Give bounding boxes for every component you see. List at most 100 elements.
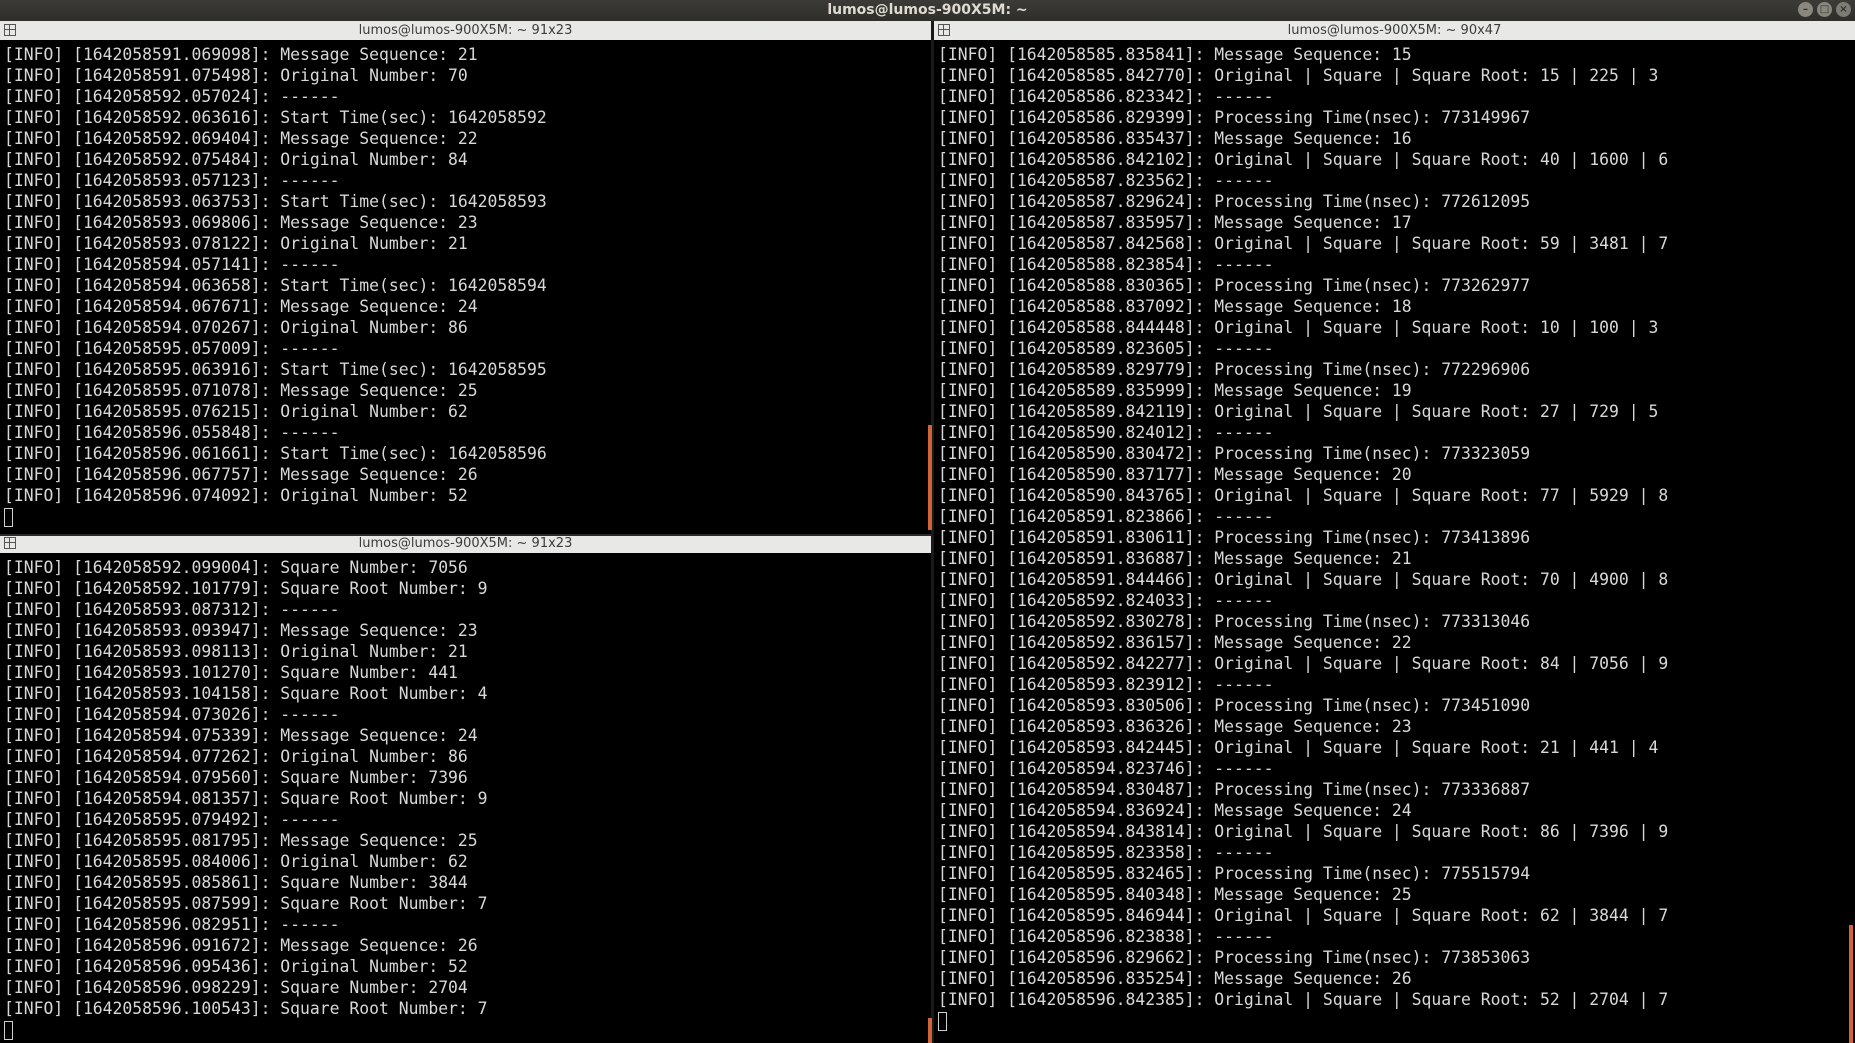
- terminal-line: [INFO] [1642058595.085861]: Square Numbe…: [4, 873, 468, 892]
- prompt-line[interactable]: [4, 1019, 931, 1040]
- terminal-line: [INFO] [1642058596.082951]: ------: [4, 915, 340, 934]
- terminal-pane-right[interactable]: lumos@lumos-900X5M: ~ 90x47 [INFO] [1642…: [934, 21, 1855, 1043]
- terminal-line: [INFO] [1642058592.101779]: Square Root …: [4, 579, 488, 598]
- window-title: lumos@lumos-900X5M: ~: [827, 2, 1028, 18]
- terminal-line: [INFO] [1642058596.091672]: Message Sequ…: [4, 936, 478, 955]
- terminal-line: [INFO] [1642058594.063658]: Start Time(s…: [4, 276, 547, 295]
- terminal-line: [INFO] [1642058595.846944]: Original | S…: [938, 906, 1669, 925]
- prompt-line[interactable]: [4, 506, 931, 527]
- terminal-line: [INFO] [1642058588.830365]: Processing T…: [938, 276, 1531, 295]
- pane-title-bar: lumos@lumos-900X5M: ~ 91x23: [0, 534, 931, 553]
- terminal-line: [INFO] [1642058596.823838]: ------: [938, 927, 1274, 946]
- terminal-line: [INFO] [1642058590.837177]: Message Sequ…: [938, 465, 1412, 484]
- terminal-line: [INFO] [1642058596.098229]: Square Numbe…: [4, 978, 468, 997]
- terminal-output[interactable]: [INFO] [1642058585.835841]: Message Sequ…: [934, 40, 1855, 1031]
- terminal-line: [INFO] [1642058585.835841]: Message Sequ…: [938, 45, 1412, 64]
- pane-divider-horizontal[interactable]: [0, 534, 931, 536]
- terminal-line: [INFO] [1642058589.829779]: Processing T…: [938, 360, 1531, 379]
- terminal-line: [INFO] [1642058596.100543]: Square Root …: [4, 999, 488, 1018]
- terminal-line: [INFO] [1642058594.073026]: ------: [4, 705, 340, 724]
- terminal-line: [INFO] [1642058594.081357]: Square Root …: [4, 789, 488, 808]
- terminal-line: [INFO] [1642058593.830506]: Processing T…: [938, 696, 1531, 715]
- text-cursor: [4, 508, 13, 527]
- terminal-line: [INFO] [1642058591.844466]: Original | S…: [938, 570, 1669, 589]
- pane-title: lumos@lumos-900X5M: ~ 91x23: [358, 23, 573, 38]
- terminal-line: [INFO] [1642058588.837092]: Message Sequ…: [938, 297, 1412, 316]
- terminal-line: [INFO] [1642058595.084006]: Original Num…: [4, 852, 468, 871]
- terminal-line: [INFO] [1642058594.057141]: ------: [4, 255, 340, 274]
- terminal-line: [INFO] [1642058586.835437]: Message Sequ…: [938, 129, 1412, 148]
- scrollbar-indicator-right[interactable]: [1849, 925, 1853, 1043]
- terminal-line: [INFO] [1642058595.840348]: Message Sequ…: [938, 885, 1412, 904]
- terminal-line: [INFO] [1642058595.076215]: Original Num…: [4, 402, 468, 421]
- terminal-line: [INFO] [1642058594.836924]: Message Sequ…: [938, 801, 1412, 820]
- terminal-output[interactable]: [INFO] [1642058592.099004]: Square Numbe…: [0, 553, 931, 1040]
- terminal-line: [INFO] [1642058595.071078]: Message Sequ…: [4, 381, 478, 400]
- terminal-line: [INFO] [1642058596.842385]: Original | S…: [938, 990, 1669, 1009]
- pane-title: lumos@lumos-900X5M: ~ 90x47: [1287, 23, 1502, 38]
- terminal-line: [INFO] [1642058596.067757]: Message Sequ…: [4, 465, 478, 484]
- window-controls: – □ ×: [1798, 2, 1851, 17]
- terminal-line: [INFO] [1642058587.835957]: Message Sequ…: [938, 213, 1412, 232]
- terminal-line: [INFO] [1642058590.830472]: Processing T…: [938, 444, 1531, 463]
- terminal-pane-top-left[interactable]: lumos@lumos-900X5M: ~ 91x23 [INFO] [1642…: [0, 21, 931, 534]
- terminal-line: [INFO] [1642058591.069098]: Message Sequ…: [4, 45, 478, 64]
- terminal-line: [INFO] [1642058593.098113]: Original Num…: [4, 642, 468, 661]
- split-terminal-icon[interactable]: [4, 24, 16, 36]
- split-terminal-icon[interactable]: [938, 24, 950, 36]
- terminal-line: [INFO] [1642058592.063616]: Start Time(s…: [4, 108, 547, 127]
- terminal-line: [INFO] [1642058595.057009]: ------: [4, 339, 340, 358]
- scrollbar-indicator-bottom-left[interactable]: [928, 1018, 932, 1043]
- split-terminal-icon[interactable]: [4, 537, 16, 549]
- minimize-icon[interactable]: –: [1798, 2, 1813, 17]
- terminal-line: [INFO] [1642058594.070267]: Original Num…: [4, 318, 468, 337]
- terminal-output[interactable]: [INFO] [1642058591.069098]: Message Sequ…: [0, 40, 931, 527]
- terminal-line: [INFO] [1642058593.104158]: Square Root …: [4, 684, 488, 703]
- terminal-line: [INFO] [1642058592.842277]: Original | S…: [938, 654, 1669, 673]
- terminal-line: [INFO] [1642058593.836326]: Message Sequ…: [938, 717, 1412, 736]
- terminal-line: [INFO] [1642058596.829662]: Processing T…: [938, 948, 1531, 967]
- terminal-line: [INFO] [1642058596.095436]: Original Num…: [4, 957, 468, 976]
- terminal-line: [INFO] [1642058593.093947]: Message Sequ…: [4, 621, 478, 640]
- pane-divider-vertical[interactable]: [931, 21, 934, 1043]
- terminal-line: [INFO] [1642058592.075484]: Original Num…: [4, 150, 468, 169]
- terminal-line: [INFO] [1642058593.069806]: Message Sequ…: [4, 213, 478, 232]
- terminal-line: [INFO] [1642058594.067671]: Message Sequ…: [4, 297, 478, 316]
- terminal-line: [INFO] [1642058593.087312]: ------: [4, 600, 340, 619]
- terminal-line: [INFO] [1642058596.835254]: Message Sequ…: [938, 969, 1412, 988]
- window-title-bar: lumos@lumos-900X5M: ~ – □ ×: [0, 0, 1855, 21]
- terminal-line: [INFO] [1642058595.079492]: ------: [4, 810, 340, 829]
- close-icon[interactable]: ×: [1836, 2, 1851, 17]
- terminal-line: [INFO] [1642058595.832465]: Processing T…: [938, 864, 1531, 883]
- text-cursor: [4, 1021, 13, 1040]
- terminal-line: [INFO] [1642058587.829624]: Processing T…: [938, 192, 1531, 211]
- terminal-line: [INFO] [1642058589.823605]: ------: [938, 339, 1274, 358]
- terminal-line: [INFO] [1642058589.835999]: Message Sequ…: [938, 381, 1412, 400]
- terminal-line: [INFO] [1642058590.824012]: ------: [938, 423, 1274, 442]
- terminal-line: [INFO] [1642058586.842102]: Original | S…: [938, 150, 1669, 169]
- terminal-line: [INFO] [1642058589.842119]: Original | S…: [938, 402, 1659, 421]
- pane-title: lumos@lumos-900X5M: ~ 91x23: [358, 536, 573, 551]
- maximize-icon[interactable]: □: [1817, 2, 1832, 17]
- terminal-line: [INFO] [1642058592.836157]: Message Sequ…: [938, 633, 1412, 652]
- terminal-line: [INFO] [1642058594.823746]: ------: [938, 759, 1274, 778]
- terminal-line: [INFO] [1642058593.823912]: ------: [938, 675, 1274, 694]
- terminal-line: [INFO] [1642058588.844448]: Original | S…: [938, 318, 1659, 337]
- prompt-line[interactable]: [938, 1010, 1855, 1031]
- terminal-line: [INFO] [1642058592.057024]: ------: [4, 87, 340, 106]
- terminal-line: [INFO] [1642058593.101270]: Square Numbe…: [4, 663, 458, 682]
- terminal-pane-bottom-left[interactable]: lumos@lumos-900X5M: ~ 91x23 [INFO] [1642…: [0, 534, 931, 1043]
- terminal-line: [INFO] [1642058595.823358]: ------: [938, 843, 1274, 862]
- terminal-line: [INFO] [1642058592.069404]: Message Sequ…: [4, 129, 478, 148]
- terminal-line: [INFO] [1642058593.063753]: Start Time(s…: [4, 192, 547, 211]
- terminal-line: [INFO] [1642058591.075498]: Original Num…: [4, 66, 468, 85]
- terminal-line: [INFO] [1642058587.823562]: ------: [938, 171, 1274, 190]
- terminal-line: [INFO] [1642058595.063916]: Start Time(s…: [4, 360, 547, 379]
- terminal-line: [INFO] [1642058587.842568]: Original | S…: [938, 234, 1669, 253]
- terminal-line: [INFO] [1642058596.074092]: Original Num…: [4, 486, 468, 505]
- terminal-line: [INFO] [1642058591.823866]: ------: [938, 507, 1274, 526]
- scrollbar-indicator-top-left[interactable]: [928, 425, 932, 530]
- terminal-line: [INFO] [1642058591.836887]: Message Sequ…: [938, 549, 1412, 568]
- text-cursor: [938, 1012, 947, 1031]
- terminal-line: [INFO] [1642058590.843765]: Original | S…: [938, 486, 1669, 505]
